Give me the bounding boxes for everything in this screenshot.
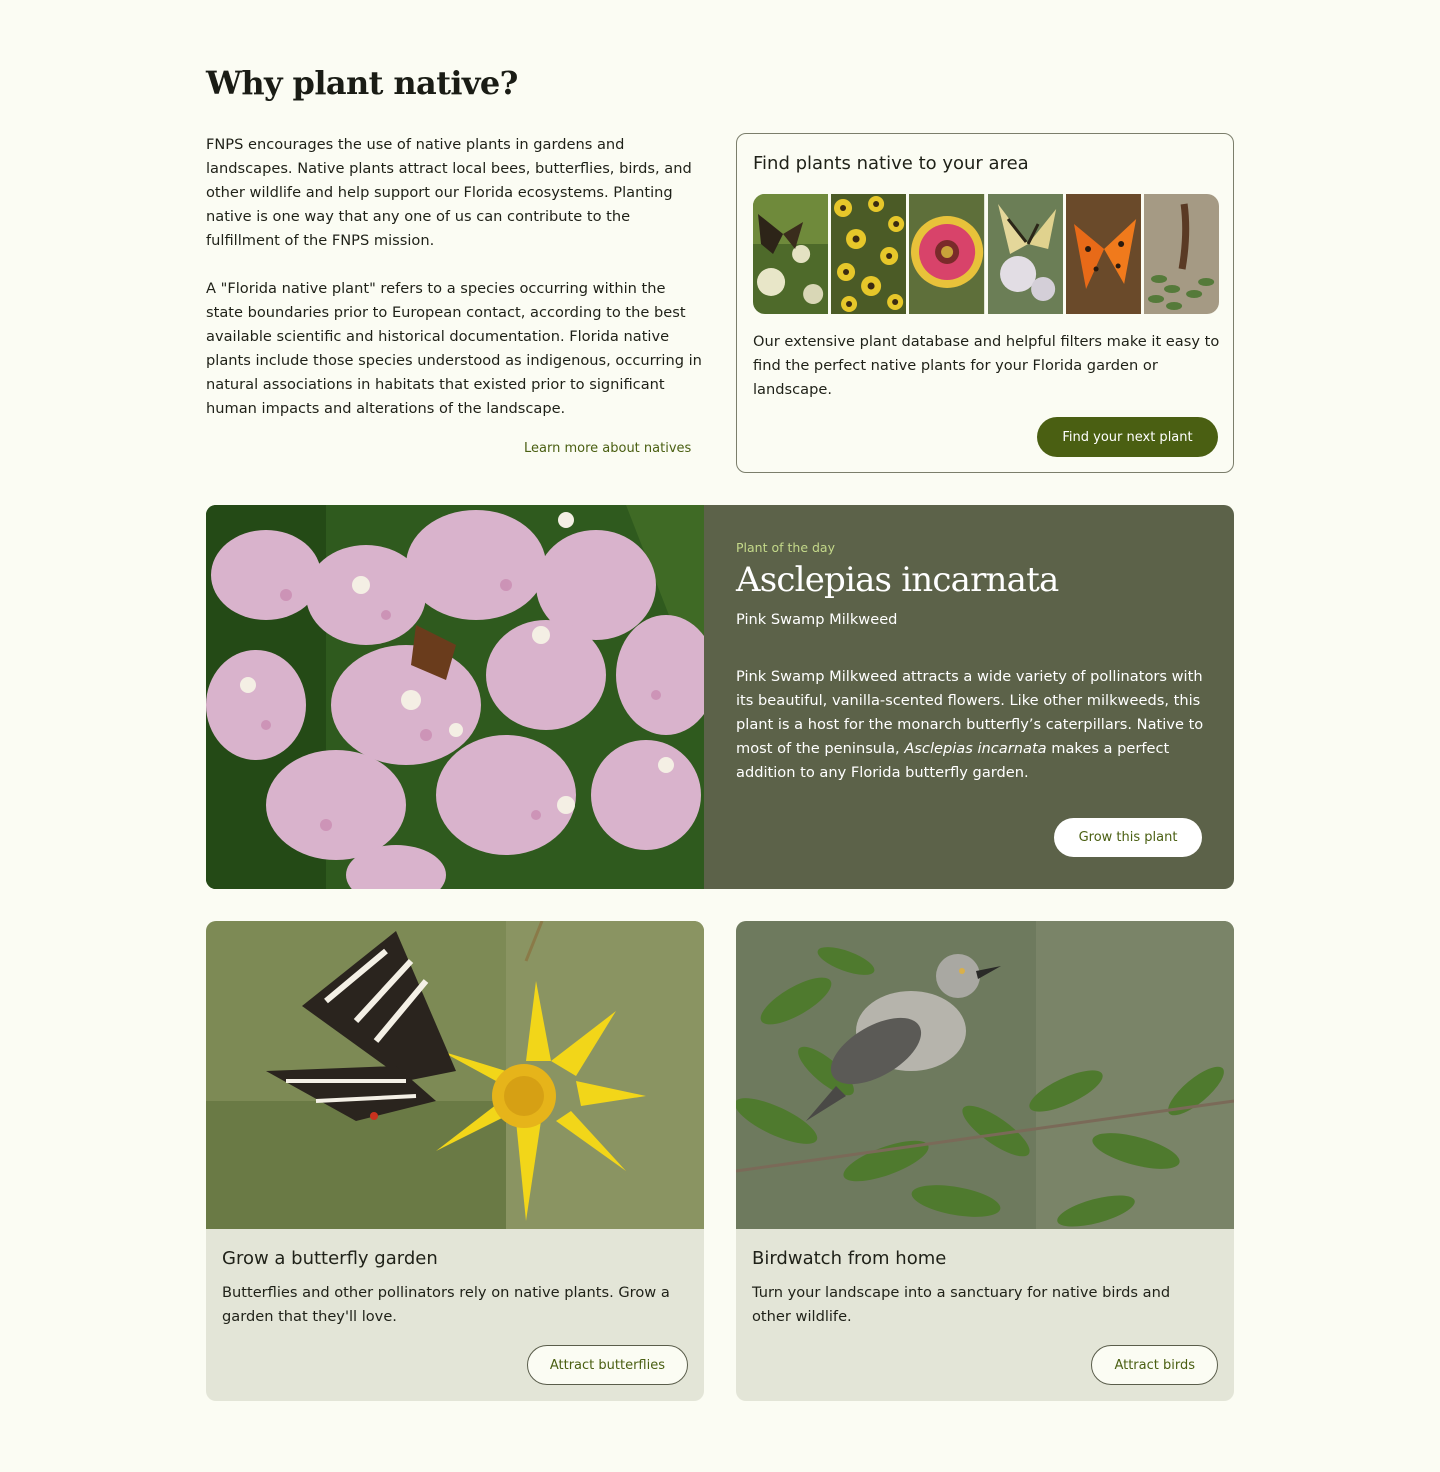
section-heading: Why plant native? (206, 64, 518, 102)
thumbnail-lead-plant (1143, 194, 1219, 314)
butterfly-photo (206, 921, 704, 1229)
thumbnail-gulf-fritillary (1065, 194, 1141, 314)
plant-thumbnail-strip (753, 194, 1219, 314)
plant-description-italic: Asclepias incarnata (904, 740, 1047, 757)
plant-of-the-day-label: Plant of the day (736, 540, 835, 555)
birdwatch-card: Birdwatch from home Turn your landscape … (736, 921, 1234, 1401)
finder-description: Our extensive plant database and helpful… (753, 333, 1220, 398)
milkweed-photo (206, 505, 704, 889)
find-plant-button[interactable]: Find your next plant (1037, 417, 1218, 457)
learn-more-link[interactable]: Learn more about natives (524, 441, 691, 456)
attract-birds-button[interactable]: Attract birds (1091, 1345, 1218, 1385)
intro-paragraph-2: A "Florida native plant" refers to a spe… (206, 280, 702, 417)
butterfly-card-text: Butterflies and other pollinators rely o… (222, 1284, 670, 1325)
thumbnail-buttonbush-butterfly (753, 194, 829, 314)
intro-paragraph-1: FNPS encourages the use of native plants… (206, 136, 692, 249)
finder-title: Find plants native to your area (753, 153, 1029, 174)
butterfly-card-title: Grow a butterfly garden (222, 1248, 438, 1269)
butterfly-garden-card: Grow a butterfly garden Butterflies and … (206, 921, 704, 1401)
mockingbird-photo (736, 921, 1234, 1229)
thumbnail-tickseed (831, 194, 907, 314)
birdwatch-card-text: Turn your landscape into a sanctuary for… (752, 1284, 1171, 1325)
plant-finder-card: Find plants native to your area Our exte… (736, 133, 1234, 473)
grow-plant-button[interactable]: Grow this plant (1054, 818, 1202, 857)
birdwatch-card-title: Birdwatch from home (752, 1248, 947, 1269)
plant-of-the-day-card: Plant of the day Asclepias incarnata Pin… (206, 505, 1234, 889)
thumbnail-swallowtail (987, 194, 1063, 314)
thumbnail-blanket-flower (909, 194, 985, 314)
plant-description: Pink Swamp Milkweed attracts a wide vari… (736, 665, 1206, 785)
plant-scientific-name: Asclepias incarnata (736, 560, 1059, 600)
plant-common-name: Pink Swamp Milkweed (736, 611, 898, 628)
intro-text: FNPS encourages the use of native plants… (206, 133, 706, 445)
attract-butterflies-button[interactable]: Attract butterflies (526, 1345, 688, 1385)
